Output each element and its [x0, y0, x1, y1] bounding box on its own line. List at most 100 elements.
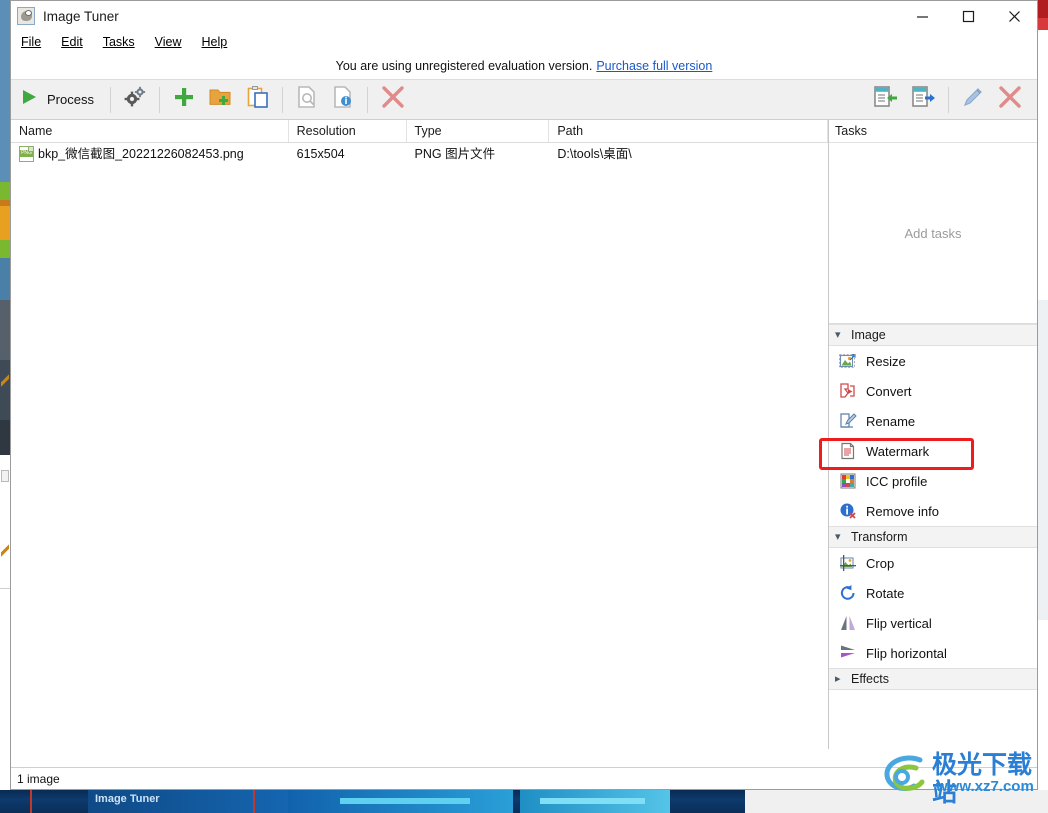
png-file-icon: PNG — [19, 146, 34, 162]
add-folder-button[interactable] — [202, 84, 240, 116]
group-header-image-label: Image — [851, 328, 886, 342]
paste-button[interactable] — [240, 84, 276, 116]
maximize-button[interactable] — [945, 1, 991, 31]
plus-icon — [172, 85, 196, 114]
folder-add-icon — [208, 85, 234, 114]
minimize-button[interactable] — [899, 1, 945, 31]
menu-tasks-label: Tasks — [102, 34, 135, 49]
toolbar-separator — [366, 86, 368, 113]
rotate-icon — [839, 584, 857, 602]
image-tuner-window: Image Tuner File Edit Tasks View Help Yo… — [10, 0, 1038, 790]
task-item-remove-info-label: Remove info — [866, 503, 939, 519]
file-list-header: Name Resolution Type Path — [11, 120, 828, 143]
flip-vertical-icon — [839, 614, 857, 632]
flip-horizontal-icon — [839, 644, 857, 662]
pencil-icon — [961, 85, 985, 114]
menu-help[interactable]: Help — [202, 35, 238, 49]
process-button-label: Process — [47, 92, 94, 107]
task-item-convert-label: Convert — [866, 383, 912, 399]
task-item-icc-profile[interactable]: ICC profile — [829, 466, 1037, 496]
toolbar-separator — [109, 86, 111, 113]
remove-info-icon — [839, 502, 857, 520]
crop-icon — [839, 554, 857, 572]
add-files-button[interactable] — [166, 84, 202, 116]
info-button[interactable] — [325, 84, 361, 116]
document-search-icon — [295, 85, 319, 114]
task-item-flip-vertical-label: Flip vertical — [866, 615, 932, 631]
column-header-name[interactable]: Name — [11, 120, 289, 142]
edit-task-button[interactable] — [955, 84, 991, 116]
task-item-watermark[interactable]: Watermark — [829, 436, 1037, 466]
red-x-icon — [380, 84, 406, 115]
task-item-remove-info[interactable]: Remove info — [829, 496, 1037, 526]
task-item-watermark-label: Watermark — [866, 443, 930, 459]
group-header-image[interactable]: ▾ Image — [829, 324, 1037, 346]
window-title: Image Tuner — [43, 8, 119, 24]
column-header-path[interactable]: Path — [549, 120, 828, 142]
process-button[interactable]: Process — [11, 87, 104, 112]
chevron-down-icon: ▾ — [835, 329, 841, 341]
menu-view[interactable]: View — [155, 35, 192, 49]
task-item-crop[interactable]: Crop — [829, 548, 1037, 578]
group-header-effects[interactable]: ▸ Effects — [829, 668, 1037, 690]
close-button[interactable] — [991, 1, 1037, 31]
toolbar: Process — [11, 79, 1037, 120]
task-item-flip-vertical[interactable]: Flip vertical — [829, 608, 1037, 638]
menu-tasks[interactable]: Tasks — [103, 35, 145, 49]
taskbar-app-label[interactable]: Image Tuner — [95, 793, 160, 805]
task-item-convert[interactable]: Convert — [829, 376, 1037, 406]
export-arrow-icon — [910, 85, 936, 114]
group-header-effects-label: Effects — [851, 672, 889, 686]
file-list-pane: Name Resolution Type Path PNG bkp_微信截图_2… — [11, 120, 829, 749]
file-path-cell: D:\tools\桌面\ — [557, 147, 632, 161]
task-item-rename-label: Rename — [866, 413, 916, 429]
task-item-resize[interactable]: Resize — [829, 346, 1037, 376]
tasks-sidebar: Tasks Add tasks ▾ Image Resize Convert R… — [829, 120, 1037, 749]
task-item-flip-horizontal-label: Flip horizontal — [866, 645, 947, 661]
task-item-rotate[interactable]: Rotate — [829, 578, 1037, 608]
table-row[interactable]: PNG bkp_微信截图_20221226082453.png 615x504 … — [11, 143, 828, 165]
task-item-rename[interactable]: Rename — [829, 406, 1037, 436]
delete-task-button[interactable] — [991, 84, 1029, 116]
screen: Image Tuner File Edit Tasks View Help Yo… — [0, 0, 1048, 813]
clipboard-paste-icon — [246, 85, 270, 114]
resize-icon — [839, 352, 857, 370]
purchase-link[interactable]: Purchase full version — [596, 59, 712, 73]
import-list-button[interactable] — [866, 84, 904, 116]
chevron-right-icon: ▸ — [835, 673, 841, 685]
status-text: 1 image — [17, 771, 60, 786]
menu-edit-label: Edit — [61, 34, 83, 49]
convert-icon — [839, 382, 857, 400]
chevron-down-icon: ▾ — [835, 531, 841, 543]
group-header-transform[interactable]: ▾ Transform — [829, 526, 1037, 548]
camera-icon — [17, 7, 35, 25]
evaluation-text: You are using unregistered evaluation ve… — [335, 58, 593, 73]
file-name-cell: PNG bkp_微信截图_20221226082453.png — [11, 143, 289, 165]
document-info-icon — [331, 85, 355, 114]
column-header-type[interactable]: Type — [407, 120, 550, 142]
gears-icon — [123, 86, 147, 113]
play-icon — [19, 87, 39, 112]
taskbar: Image Tuner — [0, 790, 1048, 813]
column-header-resolution[interactable]: Resolution — [289, 120, 407, 142]
settings-button[interactable] — [117, 84, 153, 116]
window-controls — [899, 1, 1037, 31]
export-list-button[interactable] — [904, 84, 942, 116]
tasks-empty-placeholder[interactable]: Add tasks — [829, 143, 1037, 324]
menu-edit[interactable]: Edit — [61, 35, 93, 49]
task-item-flip-horizontal[interactable]: Flip horizontal — [829, 638, 1037, 668]
red-x-icon — [997, 84, 1023, 115]
menu-help-label: Help — [201, 34, 228, 49]
icc-profile-icon — [839, 472, 857, 490]
import-arrow-icon — [872, 85, 898, 114]
status-bar: 1 image — [11, 767, 1037, 789]
menu-file[interactable]: File — [21, 35, 51, 49]
task-item-rotate-label: Rotate — [866, 585, 905, 601]
rename-icon — [839, 412, 857, 430]
remove-button[interactable] — [374, 84, 412, 116]
task-item-icc-profile-label: ICC profile — [866, 473, 928, 489]
watermark-icon — [839, 442, 857, 460]
toolbar-right-group — [866, 80, 1029, 119]
preview-button[interactable] — [289, 84, 325, 116]
toolbar-separator — [158, 86, 160, 113]
